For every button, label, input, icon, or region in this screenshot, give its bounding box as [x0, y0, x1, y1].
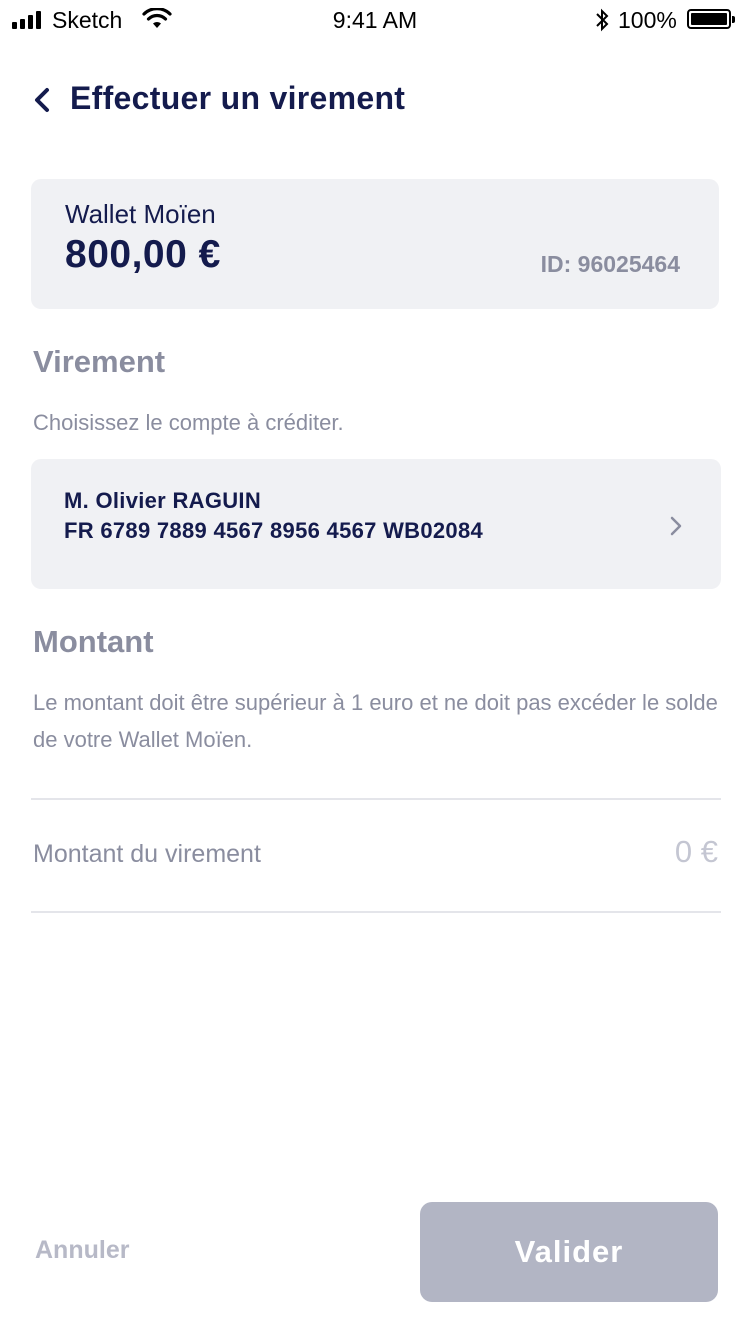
cancel-button[interactable]: Annuler: [35, 1236, 129, 1265]
validate-button[interactable]: Valider: [420, 1202, 718, 1302]
page-title: Effectuer un virement: [70, 80, 406, 116]
back-chevron-icon[interactable]: [30, 86, 54, 114]
divider: [31, 798, 721, 800]
battery-icon: [687, 9, 735, 29]
beneficiary-account-selector[interactable]: M. Olivier RAGUIN FR 6789 7889 4567 8956…: [31, 459, 721, 589]
amount-section-description: Le montant doit être supérieur à 1 euro …: [33, 690, 718, 752]
wallet-card: Wallet Moïen 800,00 € ID: 96025464: [31, 179, 719, 309]
chevron-right-icon: [670, 516, 682, 536]
beneficiary-iban: FR 6789 7889 4567 8956 4567 WB02084: [64, 518, 484, 543]
divider: [31, 911, 721, 913]
wallet-name: Wallet Moïen: [65, 199, 216, 229]
amount-section-title: Montant: [33, 624, 154, 659]
beneficiary-name: M. Olivier RAGUIN: [64, 488, 262, 513]
amount-input[interactable]: [518, 834, 718, 870]
bluetooth-icon: [596, 8, 609, 32]
transfer-section-title: Virement: [33, 344, 166, 379]
amount-field-label: Montant du virement: [33, 840, 261, 868]
wallet-id: ID: 96025464: [540, 251, 680, 277]
status-bar: Sketch 9:41 AM 100%: [0, 0, 750, 40]
wallet-balance: 800,00 €: [65, 233, 221, 276]
battery-percentage: 100%: [618, 7, 677, 33]
transfer-section-description: Choisissez le compte à créditer.: [33, 410, 344, 435]
